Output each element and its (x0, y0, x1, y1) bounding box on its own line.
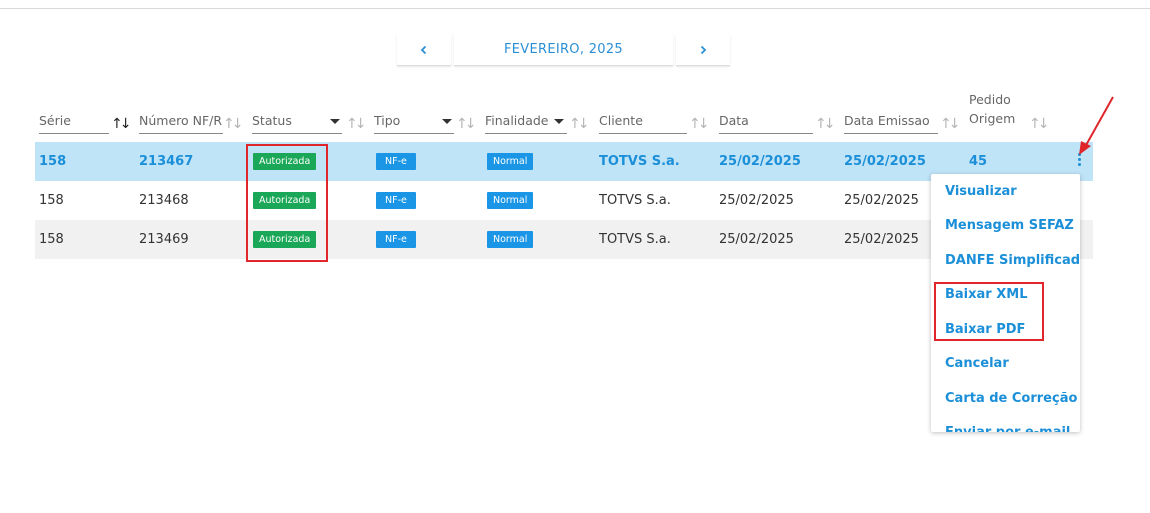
menu-item-carta-de-correcao[interactable]: Carta de Correção (931, 381, 1080, 416)
filter-underline (252, 133, 342, 134)
sort-icon[interactable]: ↑↓ (346, 116, 367, 132)
column-label: Pedido Origem (969, 92, 1016, 126)
cell-data-emissao: 25/02/2025 (844, 193, 919, 208)
table-header: Série ↑↓ Número NF/RF ↑↓ Status ↑↓ Tipo … (35, 90, 1093, 142)
cell-tipo: NF-e (376, 142, 416, 181)
cell-cliente: TOTVS S.a. (599, 232, 671, 247)
cell-cliente: TOTVS S.a. (599, 193, 671, 208)
column-label: Data Emissao (844, 113, 930, 128)
column-label: Finalidade (485, 113, 549, 128)
menu-item-visualizar[interactable]: Visualizar (931, 174, 1080, 209)
sort-icon[interactable]: ↑↓ (111, 116, 132, 132)
dropdown-caret-icon[interactable] (330, 119, 340, 124)
cell-cliente: TOTVS S.a. (599, 154, 680, 169)
column-label: Data (719, 113, 749, 128)
cell-data: 25/02/2025 (719, 154, 801, 169)
cell-numero: 213468 (139, 193, 189, 208)
filter-underline (719, 133, 813, 134)
menu-item-cancelar[interactable]: Cancelar (931, 347, 1080, 382)
dropdown-caret-icon[interactable] (442, 119, 452, 124)
top-divider (0, 8, 1150, 9)
sort-icon[interactable]: ↑↓ (223, 116, 244, 132)
sort-icon[interactable]: ↑↓ (940, 116, 961, 132)
dropdown-caret-icon[interactable] (554, 119, 564, 124)
filter-underline (374, 133, 454, 134)
type-badge: NF-e (376, 153, 416, 170)
menu-item-mensagem-sefaz[interactable]: Mensagem SEFAZ (931, 209, 1080, 244)
cell-serie: 158 (39, 232, 64, 247)
cell-tipo: NF-e (376, 181, 416, 220)
sort-icon[interactable]: ↑↓ (1029, 116, 1050, 132)
cell-data: 25/02/2025 (719, 193, 794, 208)
month-navigator: FEVEREIRO, 2025 (397, 34, 730, 66)
purpose-badge: Normal (487, 231, 534, 248)
filter-underline (39, 133, 109, 134)
menu-item-enviar-por-email[interactable]: Enviar por e-mail (931, 416, 1080, 432)
filter-underline (485, 133, 567, 134)
menu-item-danfe-simplificado[interactable]: DANFE Simplificado (931, 243, 1080, 278)
sort-icon[interactable]: ↑↓ (569, 116, 590, 132)
previous-month-button[interactable] (397, 34, 451, 66)
cell-numero: 213467 (139, 154, 194, 169)
column-header-pedido-origem[interactable]: Pedido Origem ↑↓ (965, 90, 1065, 134)
column-header-numero[interactable]: Número NF/RF ↑↓ (135, 90, 247, 134)
sort-icon[interactable]: ↑↓ (815, 116, 836, 132)
cell-tipo: NF-e (376, 220, 416, 259)
cell-data-emissao: 25/02/2025 (844, 154, 926, 169)
column-header-cliente[interactable]: Cliente ↑↓ (595, 90, 715, 134)
sort-icon[interactable]: ↑↓ (689, 116, 710, 132)
column-header-serie[interactable]: Série ↑↓ (35, 90, 135, 134)
column-header-status[interactable]: Status ↑↓ (248, 90, 370, 134)
cell-finalidade: Normal (487, 142, 534, 181)
cell-numero: 213469 (139, 232, 189, 247)
cell-finalidade: Normal (487, 181, 534, 220)
cell-serie: 158 (39, 154, 67, 169)
next-month-button[interactable] (676, 34, 730, 66)
purpose-badge: Normal (487, 192, 534, 209)
filter-underline (139, 133, 223, 134)
filter-underline (844, 133, 938, 134)
column-label: Número NF/RF (139, 113, 223, 128)
type-badge: NF-e (376, 192, 416, 209)
cell-data: 25/02/2025 (719, 232, 794, 247)
column-label: Série (39, 113, 71, 128)
cell-serie: 158 (39, 193, 64, 208)
chevron-left-icon (420, 45, 427, 54)
column-header-tipo[interactable]: Tipo ↑↓ (370, 90, 480, 134)
purpose-badge: Normal (487, 153, 534, 170)
filter-underline (599, 133, 687, 134)
column-label: Status (252, 113, 292, 128)
invoices-table: Série ↑↓ Número NF/RF ↑↓ Status ↑↓ Tipo … (35, 90, 1093, 259)
status-highlight-box (246, 144, 328, 262)
column-header-data-emissao[interactable]: Data Emissao ↑↓ (840, 90, 965, 134)
cell-finalidade: Normal (487, 220, 534, 259)
column-label: Tipo (374, 113, 401, 128)
column-header-data[interactable]: Data ↑↓ (715, 90, 840, 134)
sort-icon[interactable]: ↑↓ (456, 116, 477, 132)
column-label: Cliente (599, 113, 643, 128)
annotation-arrow-icon (1079, 96, 1114, 155)
download-options-highlight-box (934, 282, 1044, 341)
chevron-right-icon (700, 45, 707, 54)
cell-data-emissao: 25/02/2025 (844, 232, 919, 247)
type-badge: NF-e (376, 231, 416, 248)
current-month-label: FEVEREIRO, 2025 (454, 34, 673, 66)
column-header-finalidade[interactable]: Finalidade ↑↓ (481, 90, 595, 134)
